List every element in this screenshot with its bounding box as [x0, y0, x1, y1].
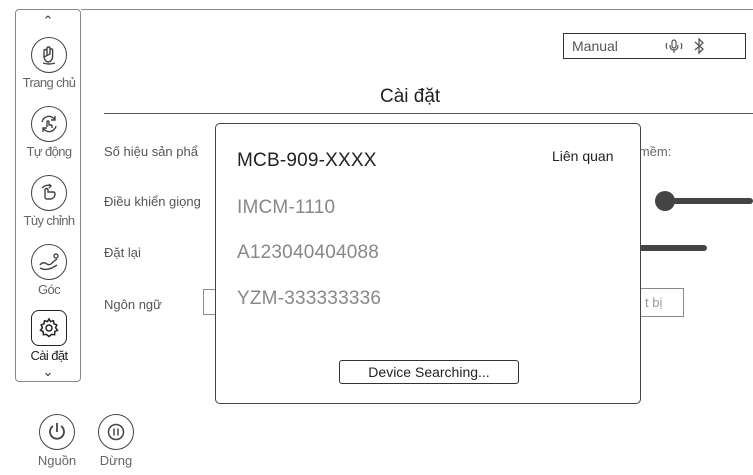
custom-hand-icon: [31, 175, 67, 211]
mode-status-box[interactable]: Manual: [563, 33, 746, 59]
device-item[interactable]: MCB-909-XXXX: [237, 150, 377, 172]
pause-icon: [98, 414, 134, 450]
toggle-track: [667, 198, 753, 204]
nav-item-settings[interactable]: Cài đặt: [16, 310, 82, 363]
reset-slider-track[interactable]: [636, 245, 707, 251]
chevron-down-icon[interactable]: ⌄: [16, 364, 80, 380]
voice-control-toggle[interactable]: [655, 191, 753, 211]
device-item[interactable]: IMCM-1110: [237, 197, 335, 219]
chevron-up-icon[interactable]: ⌃: [16, 13, 80, 29]
title-divider: [104, 113, 753, 114]
nav-label: Tùy chỉnh: [23, 213, 76, 228]
related-label[interactable]: Liên quan: [552, 148, 614, 164]
voice-control-label: Điều khiển giọng: [104, 194, 201, 209]
gear-icon: [31, 310, 67, 346]
nav-label: Cài đặt: [30, 348, 69, 363]
nav-label: Tự động: [26, 144, 73, 159]
nav-label: Trang chủ: [22, 75, 76, 90]
language-label: Ngôn ngữ: [104, 297, 162, 312]
pause-label: Dừng: [99, 453, 133, 468]
power-icon: [39, 414, 75, 450]
serial-number-label: Số hiệu sản phẩ: [104, 144, 198, 159]
auto-cycle-icon: [31, 106, 67, 142]
device-search-modal: MCB-909-XXXX Liên quan IMCM-1110 A123040…: [215, 123, 641, 404]
nav-item-home[interactable]: Trang chủ: [16, 37, 82, 90]
device-field-text: t bị: [645, 295, 663, 310]
microphone-icon: [664, 38, 684, 61]
nav-item-custom[interactable]: Tùy chỉnh: [16, 175, 82, 228]
power-button[interactable]: Nguồn: [28, 414, 86, 468]
nav-item-angle[interactable]: Góc: [16, 244, 82, 297]
nav-item-auto[interactable]: Tự động: [16, 106, 82, 159]
header-divider: [81, 9, 753, 10]
nav-label: Góc: [37, 282, 61, 297]
reset-label: Đặt lại: [104, 245, 141, 260]
power-label: Nguồn: [37, 453, 77, 468]
device-item[interactable]: A123040404088: [237, 242, 379, 264]
device-item[interactable]: YZM-333333336: [237, 288, 381, 310]
recline-icon: [31, 244, 67, 280]
bluetooth-icon: [692, 37, 706, 60]
mode-label: Manual: [572, 38, 618, 54]
hand-icon: [31, 37, 67, 73]
pause-button[interactable]: Dừng: [93, 414, 139, 468]
side-nav: ⌃ Trang chủ Tự động Tùy chỉnh Góc Cài đặ…: [15, 9, 81, 382]
device-searching-button[interactable]: Device Searching...: [339, 360, 519, 384]
page-title: Cài đặt: [380, 86, 441, 107]
